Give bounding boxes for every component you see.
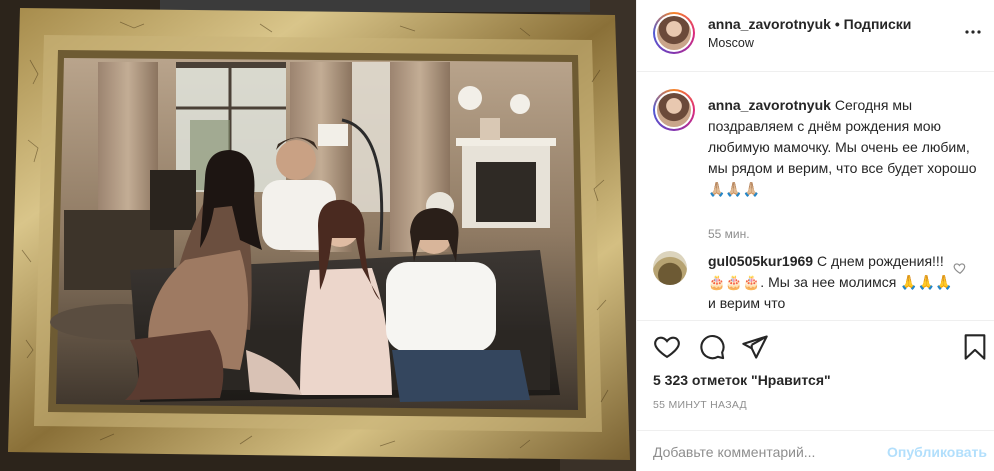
caption-time[interactable]: 55 мин.: [708, 227, 750, 241]
framed-family-photo: [0, 0, 636, 471]
post-header: anna_zavorotnyuk • Подписки Moscow: [637, 0, 994, 72]
publish-button[interactable]: Опубликовать: [887, 444, 987, 460]
author-line: anna_zavorotnyuk • Подписки: [708, 16, 911, 32]
following-button[interactable]: Подписки: [844, 16, 912, 32]
share-icon[interactable]: [741, 333, 769, 361]
heart-icon[interactable]: [653, 333, 681, 361]
caption-username[interactable]: anna_zavorotnyuk: [708, 97, 831, 113]
caption-text-block: anna_zavorotnyuk Сегодня мы поздравляем …: [708, 95, 988, 200]
post-sidebar: anna_zavorotnyuk • Подписки Moscow anna_…: [636, 0, 994, 471]
likes-count[interactable]: 5 323 отметок "Нравится": [653, 372, 831, 388]
commenter-avatar[interactable]: [653, 251, 687, 285]
more-horizontal-icon[interactable]: [961, 20, 985, 44]
author-avatar[interactable]: [653, 12, 695, 54]
comment-text-block: gul0505kur1969 С днем рождения!!!🎂🎂🎂. Мы…: [708, 251, 953, 314]
comment-input[interactable]: [653, 441, 873, 463]
author-username[interactable]: anna_zavorotnyuk: [708, 16, 831, 32]
header-separator: •: [834, 16, 840, 32]
comment-icon[interactable]: [698, 333, 726, 361]
add-comment-bar: Опубликовать: [637, 430, 994, 471]
comments-section[interactable]: anna_zavorotnyuk Сегодня мы поздравляем …: [637, 73, 994, 319]
caption-avatar[interactable]: [653, 89, 695, 131]
comment-like-heart-icon[interactable]: [953, 261, 967, 275]
post-location[interactable]: Moscow: [708, 36, 754, 50]
bookmark-icon[interactable]: [961, 333, 989, 361]
commenter-username[interactable]: gul0505kur1969: [708, 253, 813, 269]
post-photo[interactable]: [0, 0, 636, 471]
post-timestamp[interactable]: 55 МИНУТ НАЗАД: [653, 399, 747, 411]
